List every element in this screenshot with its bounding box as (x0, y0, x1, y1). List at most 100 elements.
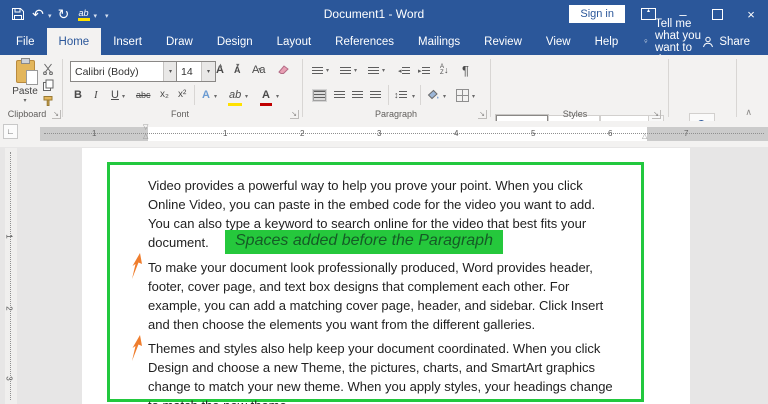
paste-button[interactable]: Paste ▾ (8, 58, 42, 104)
text-effects-button[interactable]: A (202, 87, 210, 103)
shrink-font-button[interactable]: A ▾ (234, 62, 241, 78)
italic-button[interactable]: I (94, 87, 98, 103)
sign-in-button[interactable]: Sign in (569, 5, 625, 23)
eraser-icon (278, 65, 289, 74)
tab-file[interactable]: File (4, 28, 47, 55)
horizontal-ruler[interactable]: 1 1 2 3 4 5 6 7 ▽ △ △ (40, 124, 768, 141)
justify-button[interactable] (370, 87, 381, 103)
bullets-dropdown[interactable]: ▾ (326, 67, 329, 74)
numbering-button[interactable] (340, 63, 351, 79)
show-hide-marks-button[interactable]: ¶ (462, 62, 469, 78)
styles-dialog-launcher[interactable]: ↘ (652, 110, 661, 119)
highlight-qat-dropdown[interactable]: ▾ (94, 12, 98, 20)
bullets-button[interactable] (312, 63, 323, 79)
doc-line: Online Video, you can paste in the embed… (148, 197, 596, 212)
tab-review[interactable]: Review (472, 28, 534, 55)
vertical-ruler[interactable]: 1 2 3 (5, 148, 17, 404)
underline-dropdown[interactable]: ▾ (122, 93, 125, 100)
decrease-indent-button[interactable]: ◂ (398, 63, 410, 79)
font-color-button[interactable]: A (260, 87, 272, 106)
hanging-indent-marker[interactable]: △ (143, 133, 148, 140)
paragraph-2[interactable]: To make your document look professionall… (148, 258, 603, 334)
copy-icon (43, 79, 54, 91)
align-left-button[interactable] (313, 87, 326, 103)
format-painter-icon (43, 96, 53, 106)
text-effects-dropdown[interactable]: ▾ (214, 93, 217, 100)
font-color-dropdown[interactable]: ▾ (276, 93, 279, 100)
right-indent-marker[interactable]: △ (642, 133, 647, 140)
multilevel-list-button[interactable] (368, 63, 379, 79)
copy-button[interactable] (42, 77, 54, 93)
tab-references[interactable]: References (323, 28, 406, 55)
customize-qat-dropdown[interactable]: ▾ (105, 12, 109, 20)
ruler-zone: ∟ 1 1 2 3 4 5 6 7 ▽ △ △ (0, 121, 768, 147)
tab-mailings[interactable]: Mailings (406, 28, 472, 55)
ruler-number: 3 (4, 376, 14, 381)
font-size-dropdown[interactable]: ▾ (201, 62, 215, 81)
tab-home[interactable]: Home (46, 28, 102, 55)
font-dialog-launcher[interactable]: ↘ (290, 110, 299, 119)
undo-button[interactable]: ↶ (28, 3, 48, 25)
paragraph-dialog-launcher[interactable]: ↘ (478, 110, 487, 119)
clear-formatting-button[interactable] (276, 61, 289, 77)
change-case-button[interactable]: Aa ▾ (252, 62, 265, 78)
font-name-combobox[interactable]: Calibri (Body) ▾ (70, 61, 178, 82)
grow-font-button[interactable]: A ▴ (216, 62, 224, 78)
tab-draw[interactable]: Draw (154, 28, 205, 55)
tell-me-box[interactable]: Tell me what you want to do (644, 18, 702, 66)
clipboard-dialog-launcher[interactable]: ↘ (52, 110, 61, 119)
maximize-icon (711, 8, 723, 20)
highlight-dropdown[interactable]: ▾ (245, 93, 248, 100)
line-spacing-button[interactable]: ↕ (394, 87, 407, 103)
tab-view[interactable]: View (534, 28, 583, 55)
first-line-indent-marker[interactable]: ▽ (143, 124, 148, 131)
share-button[interactable]: Share (702, 28, 750, 55)
redo-button[interactable]: ↻ (54, 3, 74, 25)
close-button[interactable]: × (734, 0, 768, 28)
tab-help[interactable]: Help (583, 28, 631, 55)
tab-stop-selector[interactable]: ∟ (3, 124, 18, 139)
redo-icon: ↻ (57, 6, 70, 22)
multilevel-list-dropdown[interactable]: ▾ (382, 67, 385, 74)
align-center-button[interactable] (334, 87, 345, 103)
highlight-qat-button[interactable]: ab (74, 3, 94, 25)
highlight-button[interactable]: ab (228, 87, 243, 106)
bold-button[interactable]: B (74, 87, 82, 103)
strikethrough-button[interactable]: abc (136, 87, 151, 103)
justify-icon (370, 90, 381, 100)
line-spacing-icon (398, 90, 407, 100)
tab-insert[interactable]: Insert (101, 28, 154, 55)
numbering-dropdown[interactable]: ▾ (354, 67, 357, 74)
tab-stop-icon: ∟ (6, 127, 15, 136)
format-painter-button[interactable] (42, 93, 54, 109)
subscript-icon: x₂ (160, 89, 169, 100)
font-name-dropdown[interactable]: ▾ (163, 62, 177, 81)
tab-layout[interactable]: Layout (265, 28, 324, 55)
sort-button[interactable]: AZ ↓ (440, 62, 449, 78)
document-page[interactable]: Video provides a powerful way to help yo… (82, 148, 690, 404)
borders-dropdown[interactable]: ▾ (472, 93, 475, 100)
change-case-caret: ▾ (258, 67, 262, 73)
align-right-button[interactable] (352, 87, 363, 103)
paragraph-3[interactable]: Themes and styles also help keep your do… (148, 339, 613, 404)
ruler-number: 1 (223, 129, 228, 138)
shading-button[interactable] (426, 86, 440, 102)
shading-dropdown[interactable]: ▾ (443, 93, 446, 100)
paste-dropdown[interactable]: ▾ (8, 97, 42, 104)
cut-button[interactable] (42, 61, 54, 77)
subscript-button[interactable]: x₂ (160, 87, 169, 103)
share-label: Share (719, 35, 750, 48)
ribbon-display-options-button[interactable]: ▴ (641, 8, 656, 20)
borders-icon (456, 88, 469, 102)
save-button[interactable] (8, 3, 28, 25)
font-size-combobox[interactable]: 14 ▾ (176, 61, 216, 82)
tab-design[interactable]: Design (205, 28, 265, 55)
collapse-ribbon-button[interactable]: ∧ (745, 107, 752, 118)
maximize-button[interactable] (700, 0, 734, 28)
line-spacing-dropdown[interactable]: ▾ (412, 93, 415, 100)
borders-button[interactable] (456, 87, 469, 103)
superscript-button[interactable]: x² (178, 87, 186, 103)
underline-button[interactable]: U (111, 87, 119, 103)
undo-dropdown[interactable]: ▾ (48, 12, 52, 20)
increase-indent-button[interactable]: ▸ (418, 63, 430, 79)
